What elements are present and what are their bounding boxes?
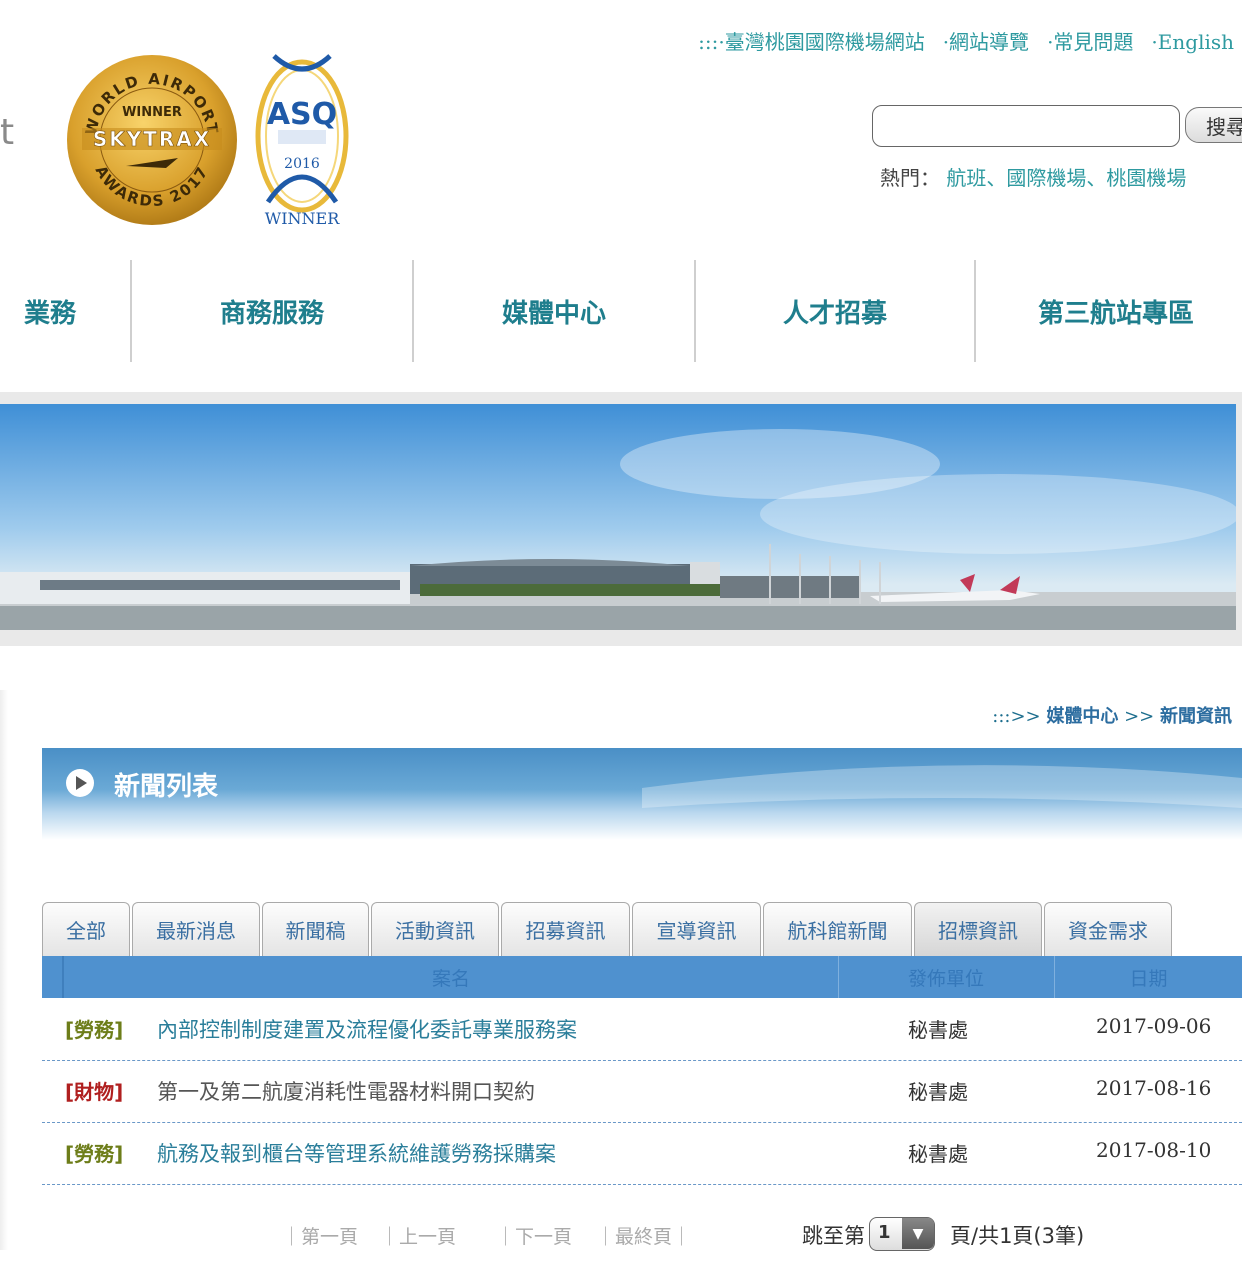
search-button[interactable]: 搜尋	[1185, 107, 1242, 143]
main-nav: 業務 商務服務 媒體中心 人才招募 第三航站專區	[0, 260, 1242, 362]
hot-keyword-intl-airport[interactable]: 國際機場	[1006, 166, 1086, 190]
column-header-case-name: 案名	[431, 967, 470, 990]
nav-item-business[interactable]: 業務	[0, 260, 130, 362]
nav-item-terminal-3[interactable]: 第三航站專區	[976, 260, 1242, 362]
breadcrumb-news[interactable]: 新聞資訊	[1160, 706, 1232, 727]
tab-all[interactable]: 全部	[42, 902, 130, 956]
nav-item-careers[interactable]: 人才招募	[696, 260, 974, 362]
pager-last-page[interactable]: ｜最終頁｜	[596, 1222, 691, 1249]
hot-keyword-flights[interactable]: 航班	[946, 166, 986, 190]
publisher-unit: 秘書處	[908, 1080, 968, 1104]
breadcrumb: :::>> 媒體中心 >> 新聞資訊	[992, 706, 1232, 727]
nav-item-media-center[interactable]: 媒體中心	[414, 260, 694, 362]
tab-promotion[interactable]: 宣導資訊	[632, 902, 761, 956]
tab-latest-news[interactable]: 最新消息	[132, 902, 260, 956]
column-header-publisher: 發佈單位	[907, 967, 984, 990]
section-title: 新聞列表	[114, 772, 219, 802]
category-tag: [勞務]	[65, 1018, 124, 1042]
chevron-down-icon[interactable]: ▼	[902, 1218, 934, 1249]
pager-page-info: 頁/共1頁(3筆)	[950, 1224, 1085, 1248]
site-logo-fragment[interactable]: t	[0, 112, 14, 153]
svg-text:WINNER: WINNER	[122, 105, 182, 120]
top-link-taoyuan-airport[interactable]: :::·臺灣桃園國際機場網站	[698, 30, 925, 54]
nav-item-commercial-services[interactable]: 商務服務	[132, 260, 412, 362]
play-circle-icon	[66, 769, 94, 797]
page-select[interactable]: 1 ▼	[869, 1217, 935, 1251]
case-title-link[interactable]: 航務及報到櫃台等管理系統維護勞務採購案	[157, 1138, 556, 1168]
svg-text:WINNER: WINNER	[265, 209, 340, 228]
breadcrumb-media-center[interactable]: 媒體中心	[1046, 706, 1118, 727]
publish-date: 2017-08-16	[1096, 1076, 1212, 1100]
case-title-link[interactable]: 內部控制制度建置及流程優化委託專業服務案	[157, 1014, 577, 1044]
page-select-value: 1	[878, 1222, 891, 1243]
hot-keywords-label: 熱門：	[880, 166, 940, 190]
top-link-sitemap[interactable]: ·網站導覽	[943, 30, 1029, 54]
category-tag: [勞務]	[65, 1142, 124, 1166]
publisher-unit: 秘書處	[908, 1018, 968, 1042]
hot-keyword-taoyuan-airport[interactable]: 桃園機場	[1106, 166, 1186, 190]
top-link-english[interactable]: ·English	[1151, 30, 1234, 54]
airport-panorama-banner	[0, 404, 1236, 630]
publish-date: 2017-08-10	[1096, 1138, 1212, 1162]
svg-text:ASQ: ASQ	[267, 97, 337, 132]
svg-text:2016: 2016	[284, 156, 320, 172]
table-row: [勞務] 內部控制制度建置及流程優化委託專業服務案 秘書處 2017-09-06	[42, 998, 1242, 1061]
section-title-bar	[42, 748, 1242, 840]
case-title-link[interactable]: 第一及第二航廈消耗性電器材料開口契約	[157, 1076, 535, 1106]
table-header: 案名 發佈單位 日期	[42, 956, 1242, 998]
column-header-date: 日期	[1129, 967, 1168, 990]
publisher-unit: 秘書處	[908, 1142, 968, 1166]
table-row: [勞務] 航務及報到櫃台等管理系統維護勞務採購案 秘書處 2017-08-10	[42, 1122, 1242, 1185]
pager-jump-label: 跳至第	[802, 1224, 865, 1248]
pager-first-page[interactable]: ｜第一頁	[282, 1222, 358, 1249]
asq-award-badge: ASQ 2016 WINNER	[255, 54, 349, 228]
top-links: :::·臺灣桃園國際機場網站 ·網站導覽 ·常見問題 ·English	[698, 26, 1234, 55]
search-input[interactable]	[872, 105, 1180, 147]
top-link-faq[interactable]: ·常見問題	[1047, 30, 1133, 54]
tab-events[interactable]: 活動資訊	[371, 902, 499, 956]
hot-keywords: 熱門： 航班、國際機場、桃園機場	[880, 166, 1187, 190]
tab-aviation-museum-news[interactable]: 航科館新聞	[763, 902, 912, 956]
tab-tenders[interactable]: 招標資訊	[914, 902, 1042, 956]
category-tag: [財物]	[65, 1080, 124, 1104]
tab-press-release[interactable]: 新聞稿	[262, 902, 369, 956]
skytrax-award-badge: WORLD AIRPORT AWARDS 2017 WINNER SKYTRAX	[67, 55, 237, 225]
pager-prev-page[interactable]: ｜上一頁	[380, 1222, 456, 1249]
table-row: [財物] 第一及第二航廈消耗性電器材料開口契約 秘書處 2017-08-16	[42, 1060, 1242, 1123]
breadcrumb-prefix[interactable]: :::>>	[992, 706, 1040, 727]
tab-funding[interactable]: 資金需求	[1044, 902, 1172, 956]
svg-text:SKYTRAX: SKYTRAX	[93, 127, 211, 151]
tab-recruitment[interactable]: 招募資訊	[501, 902, 630, 956]
publish-date: 2017-09-06	[1096, 1014, 1212, 1038]
pager-next-page[interactable]: ｜下一頁	[496, 1222, 572, 1249]
